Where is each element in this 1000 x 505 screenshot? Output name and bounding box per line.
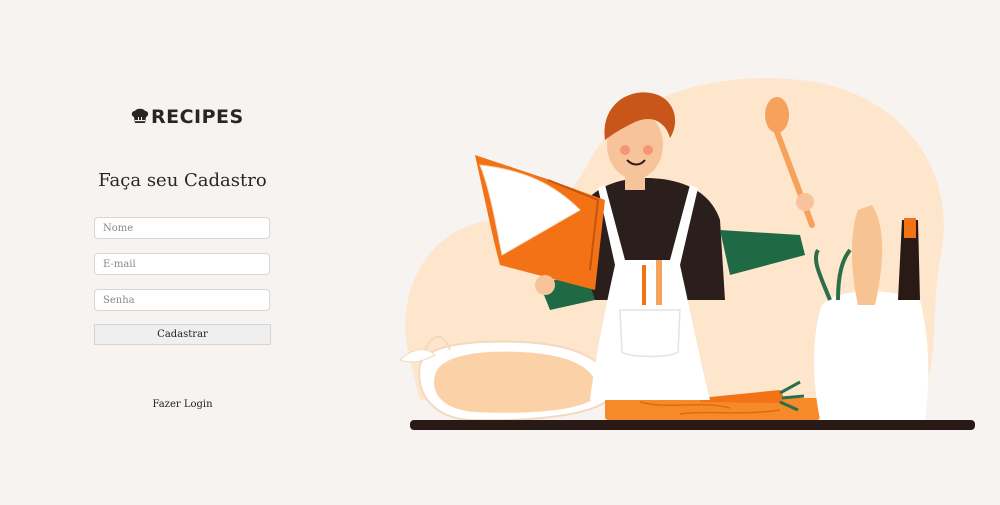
brand-logo: RECIPES [131, 106, 244, 128]
page-title: Faça seu Cadastro [98, 170, 267, 191]
counter-line [410, 420, 975, 430]
chef-hat-icon [131, 108, 149, 126]
password-input[interactable] [94, 289, 270, 311]
email-input[interactable] [94, 253, 270, 275]
name-input[interactable] [94, 217, 270, 239]
signup-panel: RECIPES Faça seu Cadastro Cadastrar Faze… [0, 0, 365, 505]
login-link[interactable]: Fazer Login [0, 399, 365, 410]
brand-name: RECIPES [151, 106, 244, 128]
register-button[interactable]: Cadastrar [94, 324, 271, 345]
chef-illustration [380, 60, 980, 444]
